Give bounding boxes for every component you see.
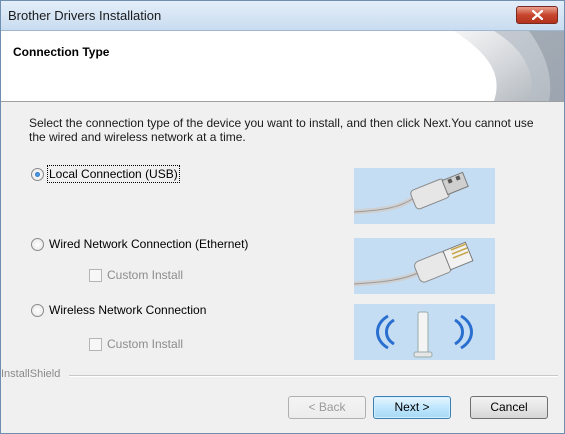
radio-wireless-network[interactable]: Wireless Network Connection [31,303,206,317]
checkbox[interactable] [89,337,102,351]
next-button[interactable]: Next > [373,396,451,419]
wireless-access-point-icon [354,304,495,360]
title-bar[interactable]: Brother Drivers Installation [1,1,564,31]
header-banner: Connection Type [1,31,564,102]
radio-button[interactable] [31,167,44,181]
window-title: Brother Drivers Installation [8,8,162,23]
checkbox-label: Custom Install [107,337,184,351]
divider-line [69,375,558,377]
usb-cable-icon [354,168,495,224]
close-icon [532,10,543,20]
checkbox[interactable] [89,268,102,282]
checkbox-label: Custom Install [107,268,184,282]
checkbox-custom-install-wireless[interactable]: Custom Install [89,337,183,351]
installer-window: Brother Drivers Installation Connection … [0,0,565,434]
radio-local-usb[interactable]: Local Connection (USB) [31,165,180,183]
checkbox-custom-install-wired[interactable]: Custom Install [89,268,183,282]
back-button[interactable]: < Back [288,396,366,419]
radio-label-wireless-network: Wireless Network Connection [49,303,207,317]
dialog-body: Select the connection type of the device… [1,102,564,433]
page-title: Connection Type [13,45,110,59]
radio-button[interactable] [31,237,44,251]
installshield-label: InstallShield [1,368,61,380]
radio-wired-ethernet[interactable]: Wired Network Connection (Ethernet) [31,237,248,251]
ethernet-cable-icon [354,238,495,294]
installshield-divider: InstallShield [1,368,564,384]
radio-button[interactable] [31,303,44,317]
close-button[interactable] [516,6,558,24]
radio-label-local-usb: Local Connection (USB) [47,165,180,183]
radio-label-wired-ethernet: Wired Network Connection (Ethernet) [49,237,249,251]
cancel-button[interactable]: Cancel [470,396,548,419]
instruction-text: Select the connection type of the device… [29,116,534,144]
decorative-swoosh-icon [454,31,564,101]
